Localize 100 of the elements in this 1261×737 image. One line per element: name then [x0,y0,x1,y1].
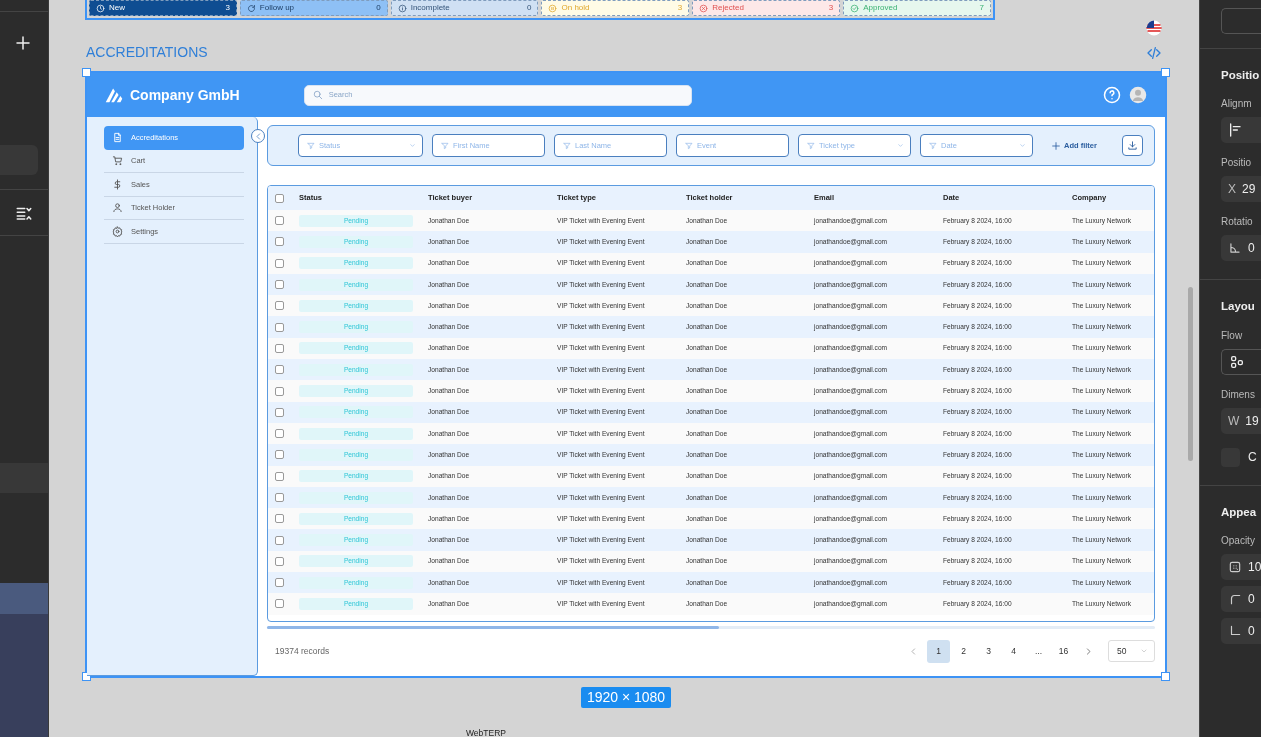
resize-handle[interactable] [82,68,91,77]
resize-handle[interactable] [1161,672,1170,681]
row-checkbox[interactable] [275,237,284,247]
status-count: 3 [828,2,834,14]
section-heading: Layou [1220,299,1256,315]
page-button[interactable]: 4 [1002,639,1025,663]
filter-icon [685,141,693,150]
page-button[interactable]: 1 [927,639,950,663]
number-field[interactable]: 0 [1221,617,1261,644]
scrollbar-thumb[interactable] [267,626,719,629]
user-icon [112,202,123,214]
row-checkbox[interactable] [275,258,284,268]
field-value: 0 [1248,590,1255,608]
status-label: Rejected [712,2,744,14]
row-checkbox[interactable] [275,429,284,439]
select-all-checkbox[interactable] [275,193,284,203]
search-icon [312,90,323,100]
row-checkbox[interactable] [275,322,284,332]
plus-icon [1051,140,1061,151]
section-heading: Appea [1220,504,1258,520]
number-field[interactable]: W 19 [1221,407,1261,434]
row-checkbox[interactable] [275,301,284,311]
page-button[interactable]: 2 [952,639,975,663]
page-size-select[interactable]: 50 [1108,640,1155,662]
field-prefix: X [1228,181,1236,199]
number-field[interactable]: X 29 [1221,176,1261,203]
alignment-button[interactable] [1221,117,1261,144]
filter-icon [441,141,449,150]
row-checkbox[interactable] [275,386,284,396]
property-label: Rotatio [1220,215,1254,230]
status-count: 0 [376,2,381,14]
row-checkbox[interactable] [275,535,284,545]
status-card[interactable]: New 3 [89,0,237,16]
status-label: Incomplete [410,2,450,14]
number-field[interactable]: 0 [1221,235,1261,262]
flow-button[interactable] [1221,348,1261,375]
cross-circle-icon [699,3,709,13]
status-label: New [109,2,125,14]
caret-icon [409,142,416,149]
filter-icon [807,141,815,150]
field-value: 0 [1248,622,1255,640]
help-icon[interactable] [1103,86,1121,104]
row-checkbox[interactable] [275,343,284,353]
frame-caption: WebTERP [466,728,506,737]
page-button[interactable]: ... [1027,639,1050,663]
code-icon[interactable] [1146,45,1162,61]
field-value: 10 [1248,558,1261,576]
page-button[interactable]: 16 [1052,639,1075,663]
avatar-icon[interactable] [1129,86,1147,104]
caret-icon [1140,647,1148,655]
add-icon[interactable] [14,34,32,52]
scrollbar-thumb[interactable] [1188,287,1193,461]
input-field[interactable] [1221,8,1261,34]
caret-icon [897,142,904,149]
status-count: 0 [527,2,532,14]
property-label: Flow [1220,328,1244,343]
row-checkbox[interactable] [275,365,284,375]
clock-icon [96,3,105,13]
collapse-button[interactable] [251,129,265,143]
field-value: 29 [1242,181,1256,199]
row-checkbox[interactable] [275,578,284,588]
status-card[interactable]: Rejected 3 [692,0,841,16]
previous-page-icon[interactable] [909,646,918,656]
caret-icon [1019,142,1026,149]
status-card[interactable]: Incomplete 0 [390,0,539,16]
dollar-icon [112,178,123,190]
status-count: 7 [979,2,984,14]
page-button[interactable]: 3 [977,639,1000,663]
resize-handle[interactable] [1161,68,1170,77]
row-checkbox[interactable] [275,471,284,481]
opacity-icon [1228,559,1242,574]
flag-icon[interactable] [1145,19,1163,37]
check-circle-icon [850,3,860,13]
number-field[interactable]: 0 [1221,585,1261,612]
corner-icon [1228,623,1242,638]
section-title: ACCREDITATIONS [85,43,208,62]
record-count: 19374 records [275,644,330,658]
download-button[interactable] [1121,135,1143,156]
property-label: Dimens [1220,387,1256,402]
checkbox-label: C [1248,449,1257,466]
row-checkbox[interactable] [275,493,284,502]
row-checkbox[interactable] [275,450,284,460]
status-count: 3 [677,2,683,14]
property-label: Positio [1220,156,1252,171]
row-checkbox[interactable] [275,556,284,566]
status-card[interactable]: Follow up 0 [239,0,388,16]
row-checkbox[interactable] [275,280,284,290]
flow-icon [1229,353,1245,370]
next-page-icon[interactable] [1084,646,1093,656]
info-icon [397,3,407,13]
field-value: 19 [1245,412,1259,430]
filter-icon [929,141,937,150]
row-checkbox[interactable] [275,216,284,226]
row-checkbox[interactable] [275,514,284,524]
field-prefix: W [1228,412,1240,430]
align-left-icon [1228,122,1244,139]
row-checkbox[interactable] [275,407,284,417]
number-field[interactable]: 10 [1221,553,1261,580]
row-checkbox[interactable] [275,599,284,609]
angle-icon [1228,241,1242,256]
